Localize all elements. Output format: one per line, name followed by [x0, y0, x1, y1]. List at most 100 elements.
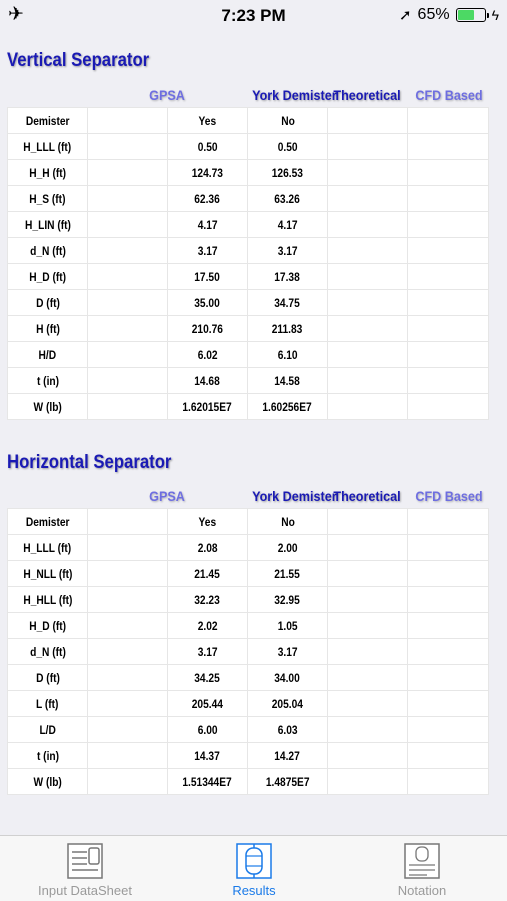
cell-york: 205.44	[167, 690, 248, 717]
vertical-results-table: Demister Yes No H_LLL (ft) 0.50 0.50 H_H (ft) 1…	[7, 107, 489, 420]
cell-theoretical: 3.17	[247, 237, 328, 264]
cell-empty	[407, 367, 489, 394]
cell-text: 21.45	[194, 566, 221, 581]
cell-york: 34.25	[167, 664, 248, 691]
tab-label: Input DataSheet	[38, 883, 132, 898]
cell-york: 3.17	[167, 237, 248, 264]
tab-label: Notation	[397, 883, 447, 898]
cell-text: 21.55	[274, 566, 301, 581]
table-row: H_LLL (ft) 2.08 2.00	[7, 534, 489, 561]
col-head-york-demister: York Demister	[252, 87, 337, 103]
status-right: ➚ 65% ϟ	[399, 6, 499, 24]
cell-text: 1.4875E7	[265, 774, 310, 789]
cell-gpsa	[87, 315, 168, 342]
charging-bolt-icon: ϟ	[491, 7, 499, 23]
cell-gpsa	[87, 560, 168, 587]
cell-text: 62.36	[194, 191, 221, 206]
cell-label: H_NLL (ft)	[7, 560, 88, 587]
cell-text: L/D	[39, 722, 56, 737]
cell-york: 3.17	[167, 638, 248, 665]
cell-empty	[407, 315, 489, 342]
cell-empty	[407, 742, 489, 769]
col-head-cfd-based: CFD Based	[415, 87, 483, 103]
cell-theoretical: 1.05	[247, 612, 328, 639]
cell-empty	[407, 159, 489, 186]
cell-cfd	[327, 289, 408, 316]
col-head-gpsa: GPSA	[149, 87, 185, 103]
cell-text: 0.50	[277, 139, 298, 154]
cell-label: d_N (ft)	[7, 638, 88, 665]
cell-text: H_H (ft)	[29, 165, 66, 180]
cell-label: H_LIN (ft)	[7, 211, 88, 238]
cell-empty	[407, 612, 489, 639]
cell-label: H_LLL (ft)	[7, 534, 88, 561]
table-row: d_N (ft) 3.17 3.17	[7, 638, 489, 665]
cell-text: 211.83	[272, 321, 303, 336]
col-head-york-demister: York Demister	[252, 488, 337, 504]
cell-york: 35.00	[167, 289, 248, 316]
cell-empty	[407, 237, 489, 264]
cell-text: H_HLL (ft)	[22, 592, 73, 607]
cell-cfd	[327, 211, 408, 238]
table-row: W (lb) 1.51344E7 1.4875E7	[7, 768, 489, 795]
cell-text: H_LLL (ft)	[23, 139, 72, 154]
vertical-separator-title: Vertical Separator	[7, 50, 150, 71]
cell-theoretical: 63.26	[247, 185, 328, 212]
cell-theoretical: 32.95	[247, 586, 328, 613]
table-row: L/D 6.00 6.03	[7, 716, 489, 743]
cell-gpsa	[87, 107, 168, 134]
cell-label: H_S (ft)	[7, 185, 88, 212]
table-row: H_HLL (ft) 32.23 32.95	[7, 586, 489, 613]
cell-label: D (ft)	[7, 289, 88, 316]
cell-label: H_H (ft)	[7, 159, 88, 186]
cell-cfd	[327, 237, 408, 264]
cell-empty	[407, 586, 489, 613]
cell-text: H_D (ft)	[29, 618, 66, 633]
cell-text: L (ft)	[36, 696, 59, 711]
location-arrow-icon: ➚	[398, 7, 412, 24]
cell-york: 1.51344E7	[167, 768, 248, 795]
cell-empty	[407, 560, 489, 587]
cell-cfd	[327, 612, 408, 639]
cell-text: 32.95	[274, 592, 301, 607]
cell-gpsa	[87, 768, 168, 795]
cell-empty	[407, 341, 489, 368]
battery-percent: 65%	[417, 6, 450, 23]
tab-input-datasheet[interactable]: Input DataSheet	[15, 840, 155, 900]
cell-gpsa	[87, 742, 168, 769]
cell-label: W (lb)	[7, 768, 88, 795]
vessel-icon	[236, 843, 272, 879]
cell-york: 6.02	[167, 341, 248, 368]
cell-label: d_N (ft)	[7, 237, 88, 264]
tab-notation[interactable]: Notation	[352, 840, 492, 900]
cell-york: 0.50	[167, 133, 248, 160]
cell-gpsa	[87, 534, 168, 561]
cell-text: 34.00	[274, 670, 301, 685]
cell-york: 4.17	[167, 211, 248, 238]
cell-text: D (ft)	[35, 295, 60, 310]
tab-results[interactable]: Results	[184, 840, 324, 900]
cell-theoretical: 34.75	[247, 289, 328, 316]
table-row: H (ft) 210.76 211.83	[7, 315, 489, 342]
cell-cfd	[327, 690, 408, 717]
status-bar: ✈ 7:23 PM ➚ 65% ϟ	[0, 0, 507, 30]
cell-text: 205.04	[271, 696, 304, 711]
cell-gpsa	[87, 716, 168, 743]
cell-text: 1.60256E7	[262, 399, 313, 414]
cell-gpsa	[87, 211, 168, 238]
cell-text: 14.58	[274, 373, 301, 388]
notation-icon	[404, 843, 440, 879]
cell-york: 2.08	[167, 534, 248, 561]
cell-theoretical: 0.50	[247, 133, 328, 160]
cell-gpsa	[87, 367, 168, 394]
cell-empty	[407, 716, 489, 743]
cell-text: 6.03	[277, 722, 298, 737]
cell-gpsa	[87, 185, 168, 212]
cell-label: W (lb)	[7, 393, 88, 420]
cell-empty	[407, 664, 489, 691]
cell-york: 62.36	[167, 185, 248, 212]
cell-gpsa	[87, 638, 168, 665]
table-row: H_NLL (ft) 21.45 21.55	[7, 560, 489, 587]
cell-theoretical: 6.10	[247, 341, 328, 368]
cell-theoretical: 1.60256E7	[247, 393, 328, 420]
